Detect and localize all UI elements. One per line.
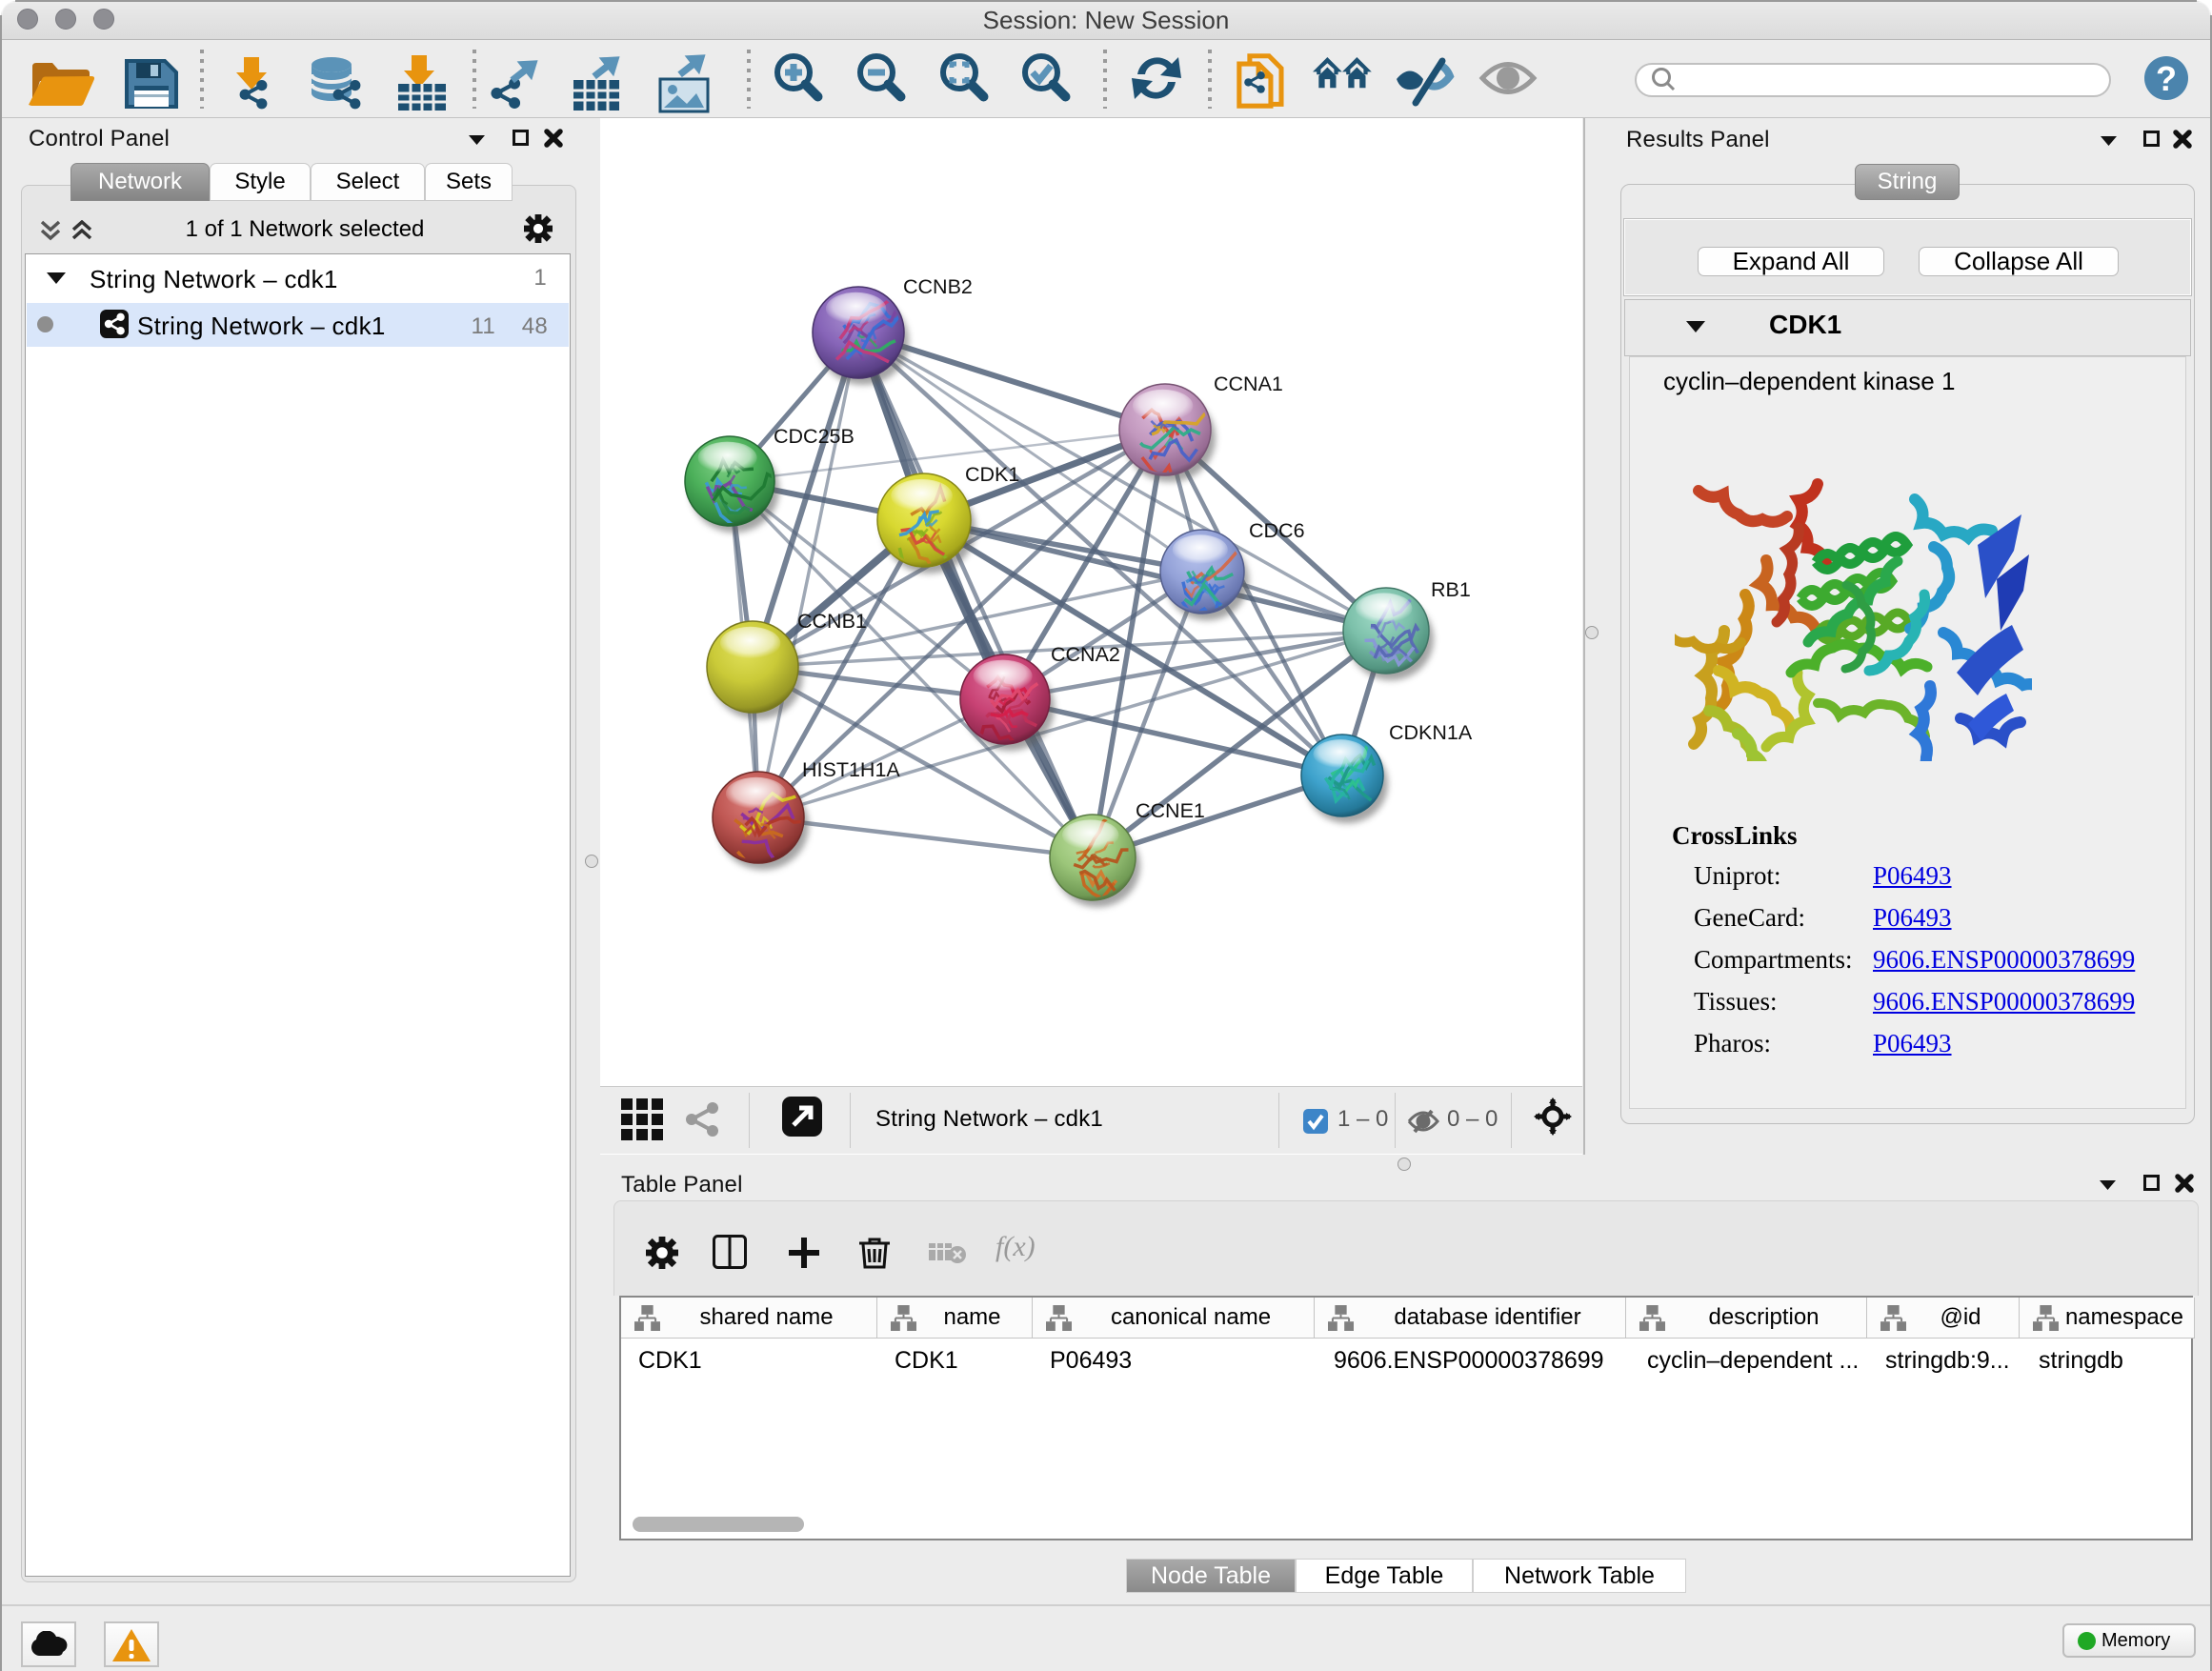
svg-text:CCNB2: CCNB2: [903, 275, 973, 298]
svg-text:CCNE1: CCNE1: [1136, 799, 1205, 822]
svg-text:RB1: RB1: [1431, 578, 1471, 601]
svg-text:CCNA2: CCNA2: [1051, 643, 1120, 666]
svg-text:CDC25B: CDC25B: [774, 425, 855, 448]
svg-text:?: ?: [2156, 59, 2177, 98]
svg-text:CDKN1A: CDKN1A: [1389, 721, 1473, 744]
svg-text:CDK1: CDK1: [965, 463, 1019, 486]
svg-text:CCNB1: CCNB1: [797, 610, 867, 633]
svg-text:HIST1H1A: HIST1H1A: [802, 758, 900, 781]
svg-text:CDC6: CDC6: [1249, 519, 1305, 542]
svg-text:CCNA1: CCNA1: [1214, 372, 1283, 395]
